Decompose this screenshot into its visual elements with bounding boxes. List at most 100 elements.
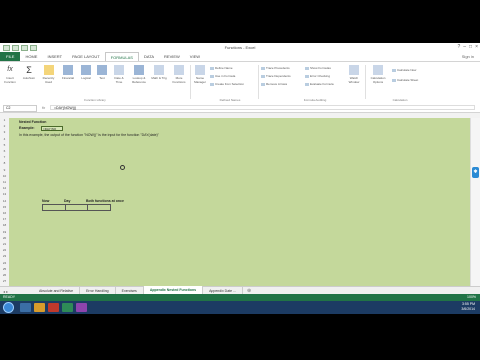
row-number[interactable]: 12 <box>0 186 9 190</box>
start-button-icon[interactable] <box>3 302 14 313</box>
error-checking-button[interactable]: Error Checking <box>305 74 330 78</box>
row-number[interactable]: 24 <box>0 261 9 265</box>
sheet-nav-arrows[interactable]: ◂ ▸ <box>0 289 33 294</box>
media-player-icon[interactable] <box>48 303 59 312</box>
book-icon <box>134 65 144 75</box>
row-number[interactable]: 26 <box>0 273 9 277</box>
row-number[interactable]: 23 <box>0 254 9 258</box>
status-bar: READY 100% <box>0 294 480 301</box>
financial-button[interactable]: Financial <box>60 65 76 80</box>
maximize-icon[interactable]: □ <box>469 44 472 50</box>
minimize-icon[interactable]: – <box>463 44 466 50</box>
worksheet-grid[interactable]: Nested Function Example: =DAY(NO In this… <box>9 118 471 286</box>
autosum-button[interactable]: Σ AutoSum <box>21 65 37 80</box>
row-number[interactable]: 19 <box>0 230 9 234</box>
description-text: In this example, the output of the funct… <box>19 133 159 137</box>
cell-day[interactable] <box>66 205 89 210</box>
row-number[interactable]: 18 <box>0 223 9 227</box>
row-number[interactable]: 8 <box>0 161 9 165</box>
group-formula-auditing: Formula Auditing <box>303 98 327 102</box>
fx-icon: fx <box>7 66 13 73</box>
name-manager-label: Name Manager <box>194 76 206 84</box>
create-from-selection-button[interactable]: Create from Selection <box>210 82 244 86</box>
evaluate-formula-button[interactable]: Evaluate Formula <box>305 82 334 86</box>
name-manager-button[interactable]: Name Manager <box>192 65 208 84</box>
explorer-icon[interactable] <box>20 303 31 312</box>
system-clock[interactable]: 3:55 PM 3/6/2014 <box>461 302 475 312</box>
calculate-sheet-button[interactable]: Calculate Sheet <box>392 78 418 82</box>
tag-icon <box>195 65 205 75</box>
more-functions-button[interactable]: More Functions <box>170 65 188 84</box>
row-number[interactable]: 11 <box>0 180 9 184</box>
tab-file[interactable]: FILE <box>0 52 21 61</box>
close-icon[interactable]: × <box>475 44 478 50</box>
tab-data[interactable]: DATA <box>139 52 159 61</box>
recently-used-label: Recently Used <box>42 76 55 84</box>
tab-page-layout[interactable]: PAGE LAYOUT <box>67 52 105 61</box>
trace-precedents-button[interactable]: Trace Precedents <box>261 66 290 70</box>
row-number[interactable]: 3 <box>0 130 9 134</box>
tab-review[interactable]: REVIEW <box>159 52 185 61</box>
insert-function-label: Insert Function <box>4 76 16 84</box>
show-formulas-button[interactable]: Show Formulas <box>305 66 331 70</box>
math-trig-button[interactable]: Math & Trig <box>151 65 167 80</box>
row-number[interactable]: 16 <box>0 211 9 215</box>
row-number[interactable]: 15 <box>0 205 9 209</box>
tab-insert[interactable]: INSERT <box>42 52 67 61</box>
cell-both[interactable] <box>88 205 110 210</box>
row-number[interactable]: 6 <box>0 149 9 153</box>
calculate-now-button[interactable]: Calculate Now <box>392 68 416 72</box>
folder-icon[interactable] <box>34 303 45 312</box>
row-number[interactable]: 17 <box>0 217 9 221</box>
recently-used-button[interactable]: Recently Used <box>40 65 57 84</box>
sign-in-link[interactable]: Sign in <box>462 54 474 59</box>
row-number[interactable]: 21 <box>0 242 9 246</box>
screen: Functions - Excel ? – □ × FILE HOME INSE… <box>0 0 480 360</box>
tab-view[interactable]: VIEW <box>185 52 205 61</box>
group-calculation: Calculation <box>392 98 408 102</box>
row-number[interactable]: 7 <box>0 155 9 159</box>
calculation-options-button[interactable]: Calculation Options <box>368 65 388 84</box>
row-number[interactable]: 1 <box>0 118 9 122</box>
insert-function-button[interactable]: fx Insert Function <box>3 65 17 84</box>
logical-button[interactable]: Logical <box>79 65 93 80</box>
define-name-button[interactable]: Define Name <box>210 66 233 70</box>
row-number[interactable]: 27 <box>0 279 9 283</box>
calculator-icon <box>392 68 396 72</box>
trace-dependents-button[interactable]: Trace Dependents <box>261 74 291 78</box>
row-number[interactable]: 2 <box>0 124 9 128</box>
autosum-label: AutoSum <box>22 76 36 80</box>
row-number[interactable]: 25 <box>0 267 9 271</box>
cell-now[interactable] <box>43 205 66 210</box>
row-number[interactable]: 14 <box>0 199 9 203</box>
zoom-level[interactable]: 100% <box>467 294 476 301</box>
tab-home[interactable]: HOME <box>20 52 42 61</box>
example-cell[interactable]: =DAY(NO <box>41 126 63 131</box>
share-icon[interactable]: ✱ <box>472 167 479 178</box>
help-icon[interactable]: ? <box>457 44 460 50</box>
formula-input[interactable]: =DAY(NOW()) <box>50 105 475 110</box>
row-number[interactable]: 22 <box>0 248 9 252</box>
use-in-formula-button[interactable]: Use in Formula <box>210 74 235 78</box>
row-number[interactable]: 4 <box>0 137 9 141</box>
result-table[interactable] <box>42 204 111 211</box>
name-box[interactable]: C2 <box>3 105 37 112</box>
row-number[interactable]: 13 <box>0 192 9 196</box>
tag-icon <box>210 66 214 70</box>
row-number[interactable]: 20 <box>0 236 9 240</box>
row-number[interactable]: 5 <box>0 143 9 147</box>
row-number[interactable]: 10 <box>0 174 9 178</box>
date-time-button[interactable]: Date & Time <box>111 65 127 84</box>
row-number[interactable]: 9 <box>0 168 9 172</box>
lookup-reference-button[interactable]: Lookup & Reference <box>130 65 148 84</box>
text-label: Text <box>99 76 105 80</box>
excel-taskbar-icon[interactable] <box>62 303 73 312</box>
text-button[interactable]: Text <box>96 65 108 80</box>
watch-window-button[interactable]: Watch Window <box>346 65 362 84</box>
fx-icon[interactable]: fx <box>42 105 45 110</box>
vertical-scrollbar[interactable] <box>470 118 480 286</box>
tab-formulas[interactable]: FORMULAS <box>104 51 139 62</box>
remove-arrows-button[interactable]: Remove Arrows <box>261 82 287 86</box>
error-checking-label: Error Checking <box>310 74 331 78</box>
app-icon[interactable] <box>76 303 87 312</box>
